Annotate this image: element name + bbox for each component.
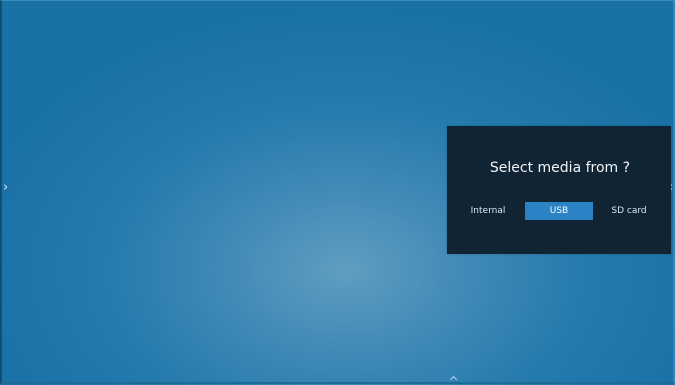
option-usb[interactable]: USB bbox=[525, 202, 593, 220]
dialog-title: Select media from ? bbox=[489, 160, 631, 176]
chevron-right-icon[interactable]: › bbox=[3, 181, 8, 195]
option-sd-card[interactable]: SD card bbox=[603, 202, 655, 220]
option-internal[interactable]: Internal bbox=[463, 202, 513, 220]
select-media-dialog: Select media from ? Internal USB SD card bbox=[447, 126, 671, 254]
